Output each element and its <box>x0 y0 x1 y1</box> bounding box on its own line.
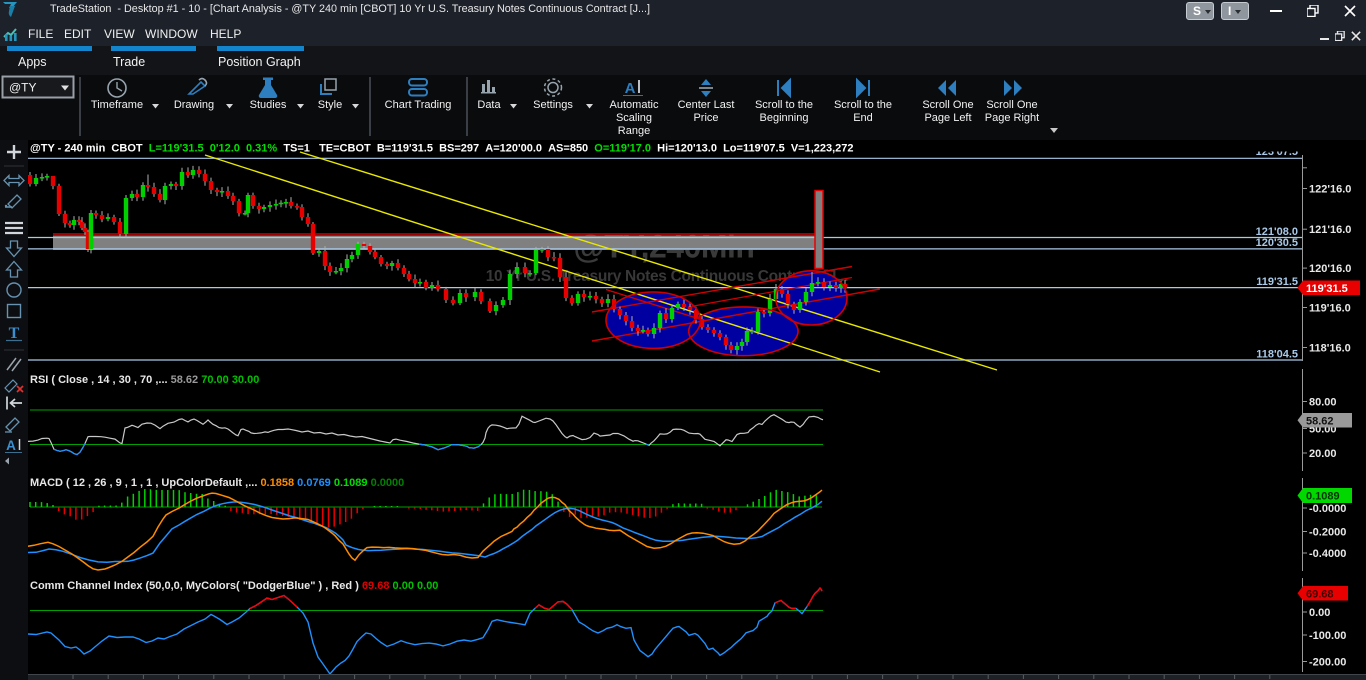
svg-text:Settings: Settings <box>533 99 573 111</box>
svg-text:Scroll to the: Scroll to the <box>834 99 892 111</box>
svg-text:Automatic: Automatic <box>610 99 659 111</box>
svg-text:Chart Trading: Chart Trading <box>385 99 452 111</box>
svg-text:119'16.0: 119'16.0 <box>1309 303 1351 315</box>
svg-text:Page Left: Page Left <box>924 112 971 124</box>
svg-text:121'16.0: 121'16.0 <box>1309 224 1351 236</box>
svg-text:Comm Channel Index (50,0,0, My: Comm Channel Index (50,0,0, MyColors( "D… <box>30 580 438 592</box>
svg-text:Center Last: Center Last <box>678 99 735 111</box>
svg-text:Range: Range <box>618 125 650 137</box>
svg-text:RSI ( Close , 14 , 30 , 70 ,..: RSI ( Close , 14 , 30 , 70 ,... 58.62 70… <box>30 374 259 386</box>
svg-text:Studies: Studies <box>250 99 287 111</box>
svg-text:MACD ( 12 , 26 , 9 , 1 , 1 , U: MACD ( 12 , 26 , 9 , 1 , 1 , UpColorDefa… <box>30 477 404 489</box>
svg-text:122'16.0: 122'16.0 <box>1309 184 1351 196</box>
svg-text:-0.4000: -0.4000 <box>1309 548 1346 560</box>
svg-text:0.00: 0.00 <box>1309 607 1330 619</box>
svg-text:@TY - 240 min CBOT L=119'31.: @TY - 240 min CBOT L=119'31.5 0'12.0 0.3… <box>30 143 854 155</box>
svg-text:A: A <box>6 438 16 453</box>
svg-text:-0.0000: -0.0000 <box>1309 503 1346 515</box>
svg-text:Scaling: Scaling <box>616 112 652 124</box>
svg-text:-200.00: -200.00 <box>1309 657 1346 669</box>
svg-text:Page Right: Page Right <box>985 112 1039 124</box>
svg-text:@TY: @TY <box>9 81 37 95</box>
svg-text:Beginning: Beginning <box>760 112 809 124</box>
svg-text:0.1089: 0.1089 <box>1306 491 1340 503</box>
svg-text:69.68: 69.68 <box>1306 588 1334 600</box>
svg-text:120'16.0: 120'16.0 <box>1309 263 1351 275</box>
svg-text:58.62: 58.62 <box>1306 415 1334 427</box>
svg-text:120'30.5: 120'30.5 <box>1256 237 1298 249</box>
svg-text:T: T <box>9 325 20 342</box>
svg-text:20.00: 20.00 <box>1309 448 1337 460</box>
svg-text:Scroll to the: Scroll to the <box>755 99 813 111</box>
svg-text:Scroll One: Scroll One <box>922 99 973 111</box>
svg-text:Data: Data <box>477 99 501 111</box>
svg-text:119'31.5: 119'31.5 <box>1256 276 1298 288</box>
svg-text:119'31.5: 119'31.5 <box>1306 283 1348 295</box>
svg-text:-100.00: -100.00 <box>1309 630 1346 642</box>
svg-text:121'08.0: 121'08.0 <box>1256 226 1298 238</box>
svg-text:Price: Price <box>693 112 718 124</box>
svg-text:118'16.0: 118'16.0 <box>1309 343 1351 355</box>
svg-text:80.00: 80.00 <box>1309 397 1337 409</box>
svg-text:-0.2000: -0.2000 <box>1309 527 1346 539</box>
svg-text:118'04.5: 118'04.5 <box>1256 348 1298 360</box>
svg-text:Drawing: Drawing <box>174 99 214 111</box>
svg-text:Scroll One: Scroll One <box>986 99 1037 111</box>
svg-text:Timeframe: Timeframe <box>91 99 143 111</box>
svg-text:A: A <box>625 80 636 97</box>
svg-text:Style: Style <box>318 99 342 111</box>
svg-text:End: End <box>853 112 873 124</box>
